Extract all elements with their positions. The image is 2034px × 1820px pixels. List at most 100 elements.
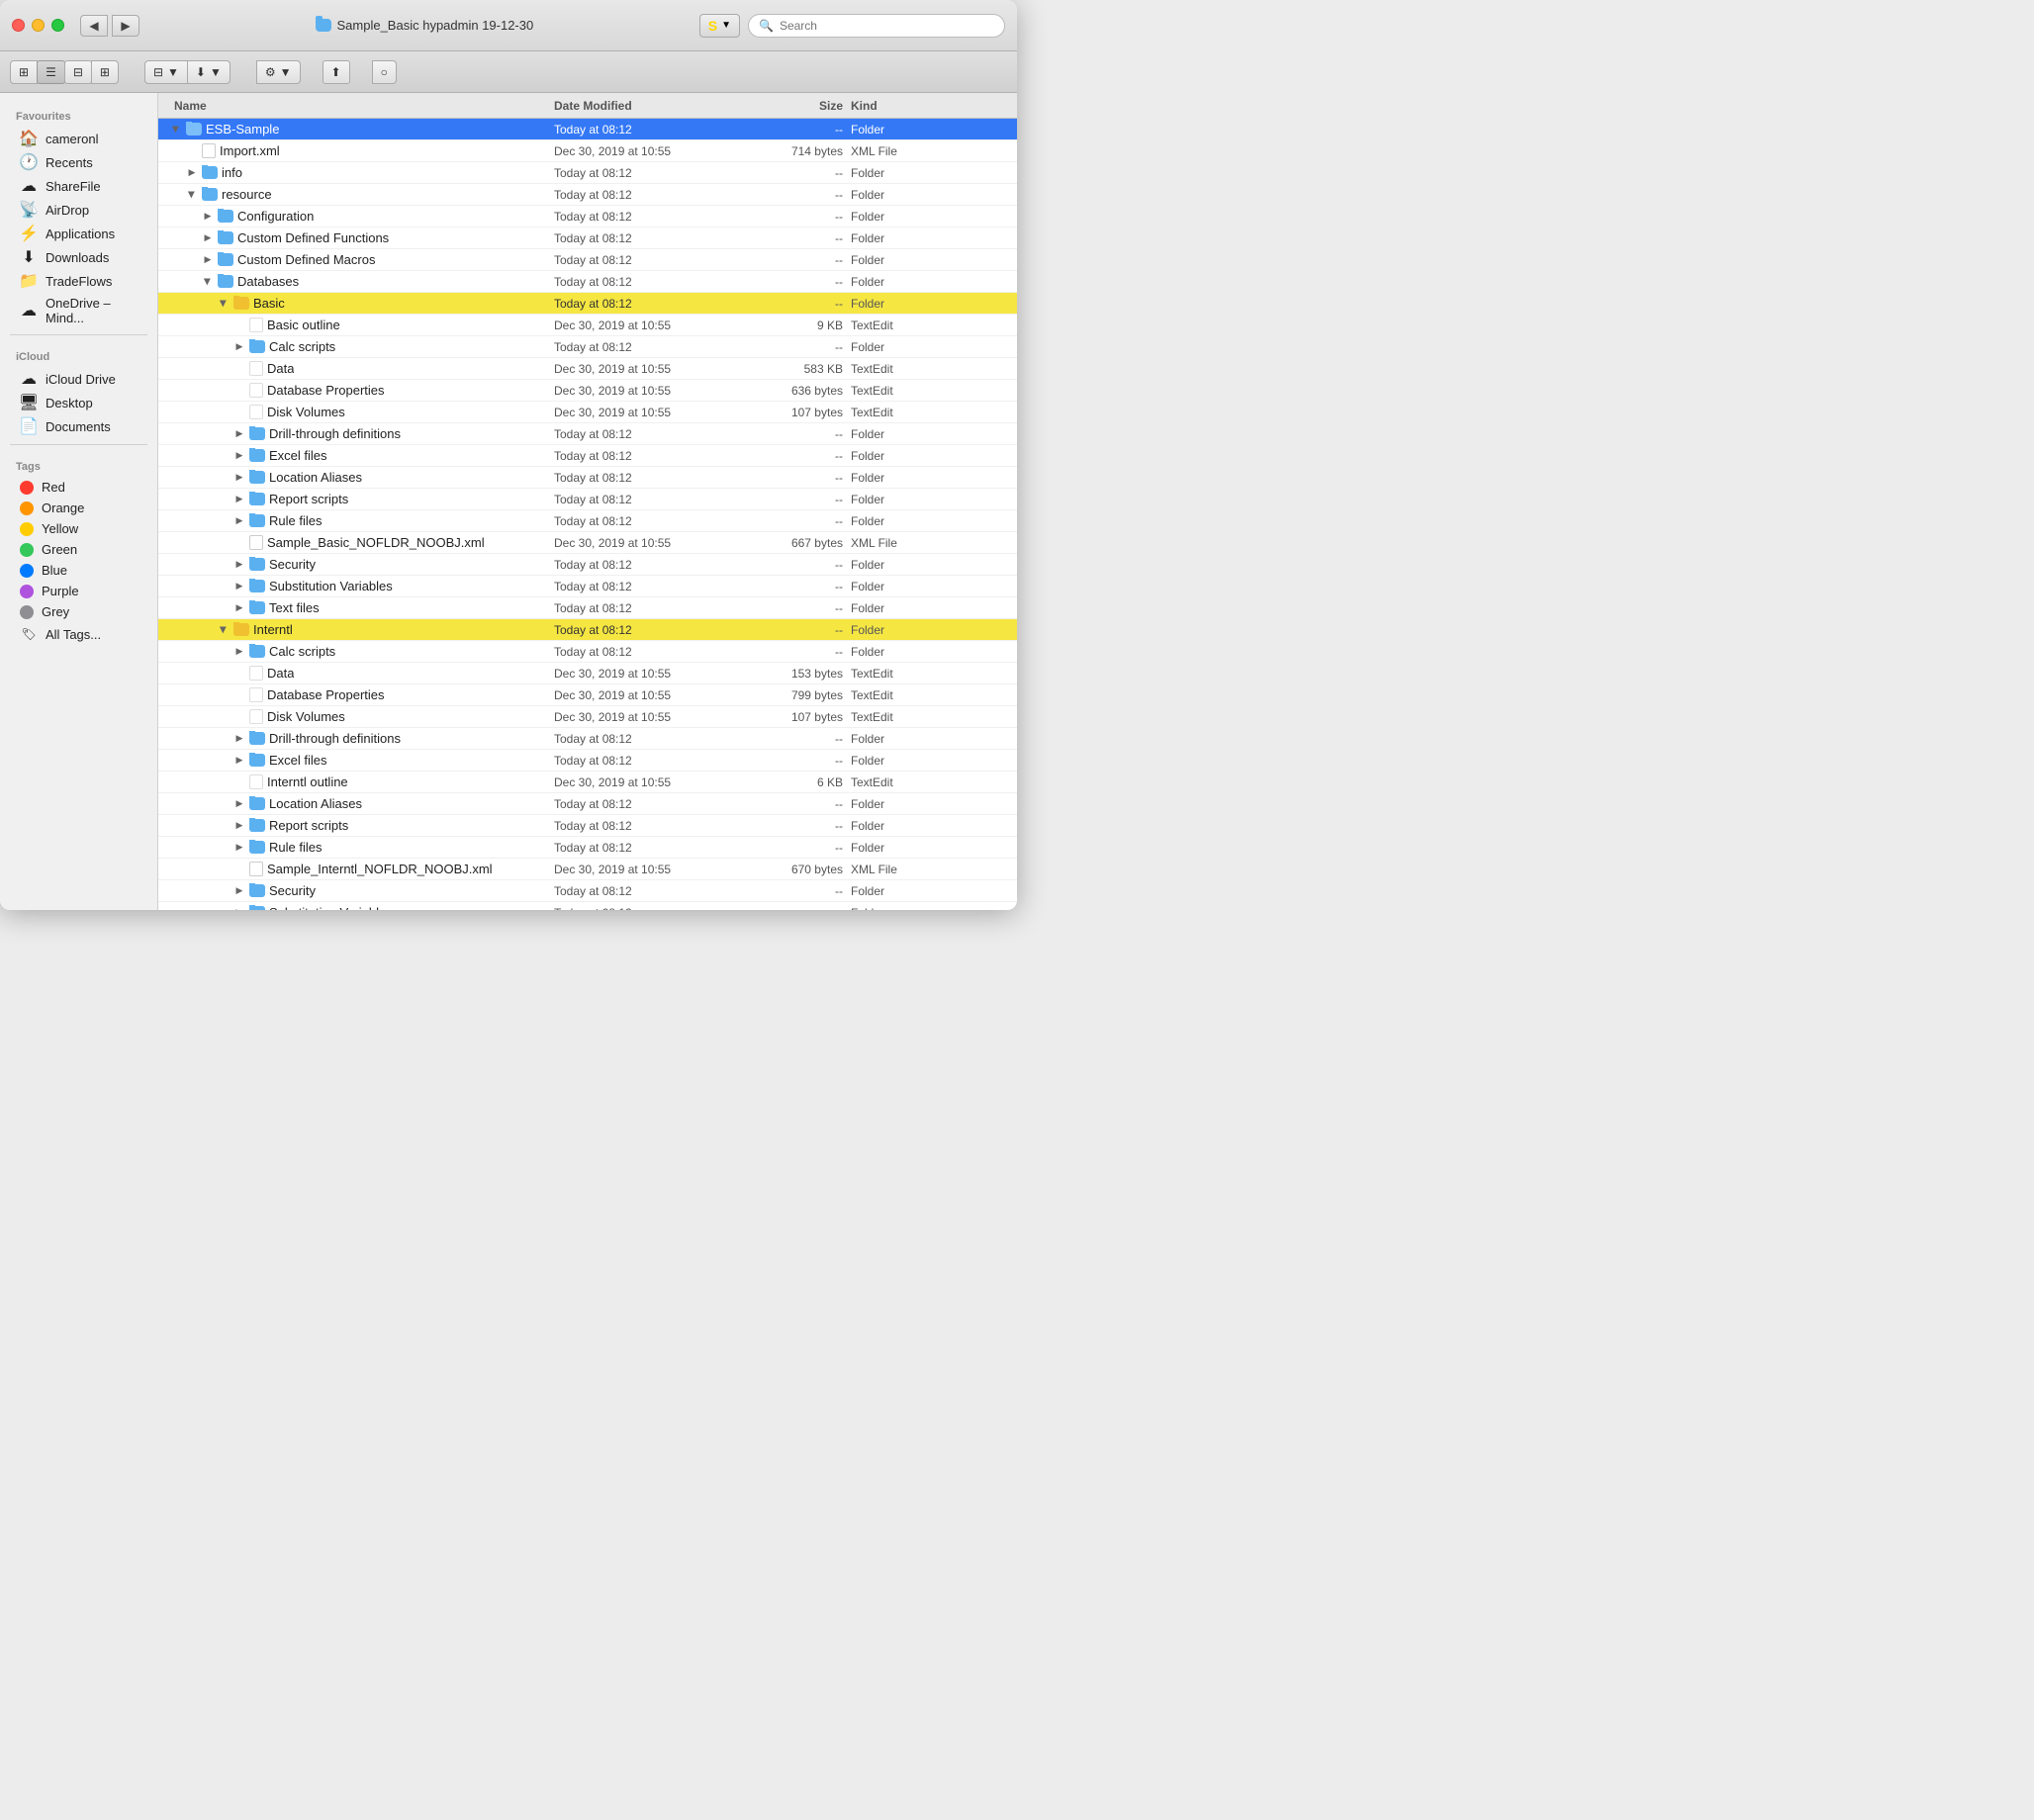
table-row[interactable]: ▶Rule filesToday at 08:12--Folder <box>158 510 1017 532</box>
table-row[interactable]: ▶DatabasesToday at 08:12--Folder <box>158 271 1017 293</box>
table-row[interactable]: ▶Custom Defined FunctionsToday at 08:12-… <box>158 228 1017 249</box>
expand-arrow[interactable]: ▶ <box>233 341 245 353</box>
table-row[interactable]: ▶InterntlToday at 08:12--Folder <box>158 619 1017 641</box>
close-button[interactable] <box>12 19 25 32</box>
sidebar-item-downloads[interactable]: ⬇ Downloads <box>4 245 153 269</box>
sidebar-item-purple[interactable]: Purple <box>4 581 153 601</box>
table-row[interactable]: ▶ESB-SampleToday at 08:12--Folder <box>158 119 1017 140</box>
expand-arrow[interactable]: ▶ <box>233 559 245 571</box>
table-row[interactable]: ▶Text filesToday at 08:12--Folder <box>158 597 1017 619</box>
expand-arrow[interactable]: ▶ <box>233 755 245 767</box>
table-row[interactable]: ▶Calc scriptsToday at 08:12--Folder <box>158 336 1017 358</box>
table-row[interactable]: DataDec 30, 2019 at 10:55583 KBTextEdit <box>158 358 1017 380</box>
column-kind-header[interactable]: Kind <box>851 99 1017 113</box>
tag-button[interactable]: ○ <box>372 60 397 84</box>
table-row[interactable]: ▶BasicToday at 08:12--Folder <box>158 293 1017 315</box>
search-bar[interactable]: 🔍 <box>748 14 1005 38</box>
expand-arrow[interactable]: ▶ <box>233 820 245 832</box>
sidebar-item-onedrive[interactable]: ☁ OneDrive – Mind... <box>4 293 153 328</box>
table-row[interactable]: ▶Location AliasesToday at 08:12--Folder <box>158 467 1017 489</box>
group-button[interactable]: ⊟ ▼ <box>144 60 188 84</box>
expand-arrow[interactable]: ▶ <box>202 254 214 266</box>
sidebar-item-red[interactable]: Red <box>4 477 153 498</box>
table-row[interactable]: Basic outlineDec 30, 2019 at 10:559 KBTe… <box>158 315 1017 336</box>
table-row[interactable]: ▶resourceToday at 08:12--Folder <box>158 184 1017 206</box>
column-date-header[interactable]: Date Modified <box>554 99 752 113</box>
search-input[interactable] <box>780 19 994 33</box>
forward-button[interactable]: ▶ <box>112 15 139 37</box>
column-name-header[interactable]: Name <box>158 99 554 113</box>
table-row[interactable]: Database PropertiesDec 30, 2019 at 10:55… <box>158 380 1017 402</box>
table-row[interactable]: ▶Drill-through definitionsToday at 08:12… <box>158 423 1017 445</box>
expand-arrow[interactable]: ▶ <box>202 276 214 288</box>
expand-arrow[interactable]: ▶ <box>233 907 245 911</box>
table-row[interactable]: ▶Calc scriptsToday at 08:12--Folder <box>158 641 1017 663</box>
minimize-button[interactable] <box>32 19 45 32</box>
sidebar-item-sharefile[interactable]: ☁ ShareFile <box>4 174 153 198</box>
table-row[interactable]: DataDec 30, 2019 at 10:55153 bytesTextEd… <box>158 663 1017 684</box>
expand-arrow[interactable]: ▶ <box>218 624 230 636</box>
expand-arrow[interactable]: ▶ <box>233 842 245 854</box>
table-row[interactable]: ▶SecurityToday at 08:12--Folder <box>158 880 1017 902</box>
table-row[interactable]: ▶Report scriptsToday at 08:12--Folder <box>158 815 1017 837</box>
table-row[interactable]: ▶infoToday at 08:12--Folder <box>158 162 1017 184</box>
expand-arrow[interactable]: ▶ <box>233 798 245 810</box>
view-columns-button[interactable]: ⊟ <box>64 60 92 84</box>
symantec-button[interactable]: S ▼ <box>699 14 740 38</box>
table-row[interactable]: ▶Excel filesToday at 08:12--Folder <box>158 750 1017 772</box>
expand-arrow[interactable]: ▶ <box>233 428 245 440</box>
action-button[interactable]: ⚙ ▼ <box>256 60 301 84</box>
table-row[interactable]: ▶Report scriptsToday at 08:12--Folder <box>158 489 1017 510</box>
expand-arrow[interactable]: ▶ <box>233 602 245 614</box>
expand-arrow[interactable]: ▶ <box>233 472 245 484</box>
expand-arrow[interactable]: ▶ <box>233 646 245 658</box>
sidebar-item-tradeflows[interactable]: 📁 TradeFlows <box>4 269 153 293</box>
view-list-button[interactable]: ☰ <box>37 60 65 84</box>
expand-arrow[interactable]: ▶ <box>233 733 245 745</box>
share-button[interactable]: ⬆ <box>323 60 350 84</box>
table-row[interactable]: Disk VolumesDec 30, 2019 at 10:55107 byt… <box>158 706 1017 728</box>
table-row[interactable]: Disk VolumesDec 30, 2019 at 10:55107 byt… <box>158 402 1017 423</box>
sidebar-item-recents[interactable]: 🕐 Recents <box>4 150 153 174</box>
table-row[interactable]: ▶Custom Defined MacrosToday at 08:12--Fo… <box>158 249 1017 271</box>
table-row[interactable]: ▶Substitution VariablesToday at 08:12--F… <box>158 902 1017 910</box>
column-size-header[interactable]: Size <box>752 99 851 113</box>
table-row[interactable]: Sample_Basic_NOFLDR_NOOBJ.xmlDec 30, 201… <box>158 532 1017 554</box>
expand-arrow[interactable]: ▶ <box>186 167 198 179</box>
sidebar-item-desktop[interactable]: 🖥 Desktop <box>4 391 153 414</box>
table-row[interactable]: ▶Substitution VariablesToday at 08:12--F… <box>158 576 1017 597</box>
expand-arrow[interactable]: ▶ <box>186 189 198 201</box>
view-icons-button[interactable]: ⊞ <box>10 60 38 84</box>
table-row[interactable]: ▶SecurityToday at 08:12--Folder <box>158 554 1017 576</box>
sidebar-item-applications[interactable]: ⚡ Applications <box>4 222 153 245</box>
expand-arrow[interactable]: ▶ <box>202 232 214 244</box>
expand-arrow[interactable]: ▶ <box>233 885 245 897</box>
sidebar-item-icloud-drive[interactable]: ☁ iCloud Drive <box>4 367 153 391</box>
maximize-button[interactable] <box>51 19 64 32</box>
sidebar-item-cameronl[interactable]: 🏠 cameronl <box>4 127 153 150</box>
table-row[interactable]: ▶Drill-through definitionsToday at 08:12… <box>158 728 1017 750</box>
sidebar-item-green[interactable]: Green <box>4 539 153 560</box>
table-row[interactable]: Import.xmlDec 30, 2019 at 10:55714 bytes… <box>158 140 1017 162</box>
expand-arrow[interactable]: ▶ <box>170 124 182 136</box>
expand-arrow[interactable]: ▶ <box>202 211 214 223</box>
table-row[interactable]: ▶Excel filesToday at 08:12--Folder <box>158 445 1017 467</box>
table-row[interactable]: ▶Location AliasesToday at 08:12--Folder <box>158 793 1017 815</box>
table-row[interactable]: Interntl outlineDec 30, 2019 at 10:556 K… <box>158 772 1017 793</box>
table-row[interactable]: ▶Rule filesToday at 08:12--Folder <box>158 837 1017 859</box>
sidebar-item-airdrop[interactable]: 📡 AirDrop <box>4 198 153 222</box>
sort-button[interactable]: ⬇ ▼ <box>187 60 231 84</box>
sidebar-item-grey[interactable]: Grey <box>4 601 153 622</box>
expand-arrow[interactable]: ▶ <box>233 581 245 592</box>
expand-arrow[interactable]: ▶ <box>233 450 245 462</box>
sidebar-item-documents[interactable]: 📄 Documents <box>4 414 153 438</box>
sidebar-item-yellow[interactable]: Yellow <box>4 518 153 539</box>
expand-arrow[interactable]: ▶ <box>218 298 230 310</box>
table-row[interactable]: Database PropertiesDec 30, 2019 at 10:55… <box>158 684 1017 706</box>
view-gallery-button[interactable]: ⊞ <box>91 60 119 84</box>
sidebar-item-orange[interactable]: Orange <box>4 498 153 518</box>
sidebar-item-blue[interactable]: Blue <box>4 560 153 581</box>
back-button[interactable]: ◀ <box>80 15 108 37</box>
sidebar-item-all-tags[interactable]: 🏷 All Tags... <box>4 622 153 646</box>
table-row[interactable]: ▶ConfigurationToday at 08:12--Folder <box>158 206 1017 228</box>
